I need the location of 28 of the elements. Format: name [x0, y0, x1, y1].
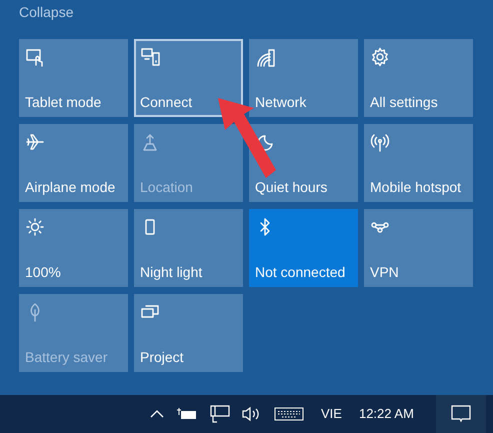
quick-action-tile[interactable]: All settings: [364, 39, 473, 117]
wifi-phone-icon: [255, 47, 275, 67]
tablet-touch-icon: [25, 47, 45, 67]
language-indicator[interactable]: VIE: [321, 404, 342, 424]
network-monitor-icon[interactable]: [210, 405, 230, 423]
quick-action-tile[interactable]: Not connected: [249, 209, 358, 287]
quick-action-tile[interactable]: Network: [249, 39, 358, 117]
message-icon: [450, 405, 471, 423]
quick-action-tile[interactable]: Project: [134, 294, 243, 372]
chevron-up-icon[interactable]: [150, 409, 164, 419]
clock[interactable]: 12:22 AM: [358, 404, 414, 424]
quick-action-tile[interactable]: VPN: [364, 209, 473, 287]
keyboard-icon[interactable]: [274, 407, 304, 421]
airplane-icon: [25, 132, 45, 152]
sun-icon: [25, 217, 45, 237]
battery-plug-icon[interactable]: [176, 407, 198, 421]
collapse-link[interactable]: Collapse: [19, 4, 74, 20]
settings-icon: [370, 47, 390, 67]
quick-action-tile[interactable]: Airplane mode: [19, 124, 128, 202]
quick-action-tile[interactable]: Tablet mode: [19, 39, 128, 117]
quick-action-tile[interactable]: 100%: [19, 209, 128, 287]
quick-action-tile[interactable]: Quiet hours: [249, 124, 358, 202]
display-phone-icon: [140, 47, 160, 67]
quick-action-tile[interactable]: Connect: [134, 39, 243, 117]
quick-action-tile[interactable]: Mobile hotspot: [364, 124, 473, 202]
hotspot-icon: [370, 132, 390, 152]
notifications-button[interactable]: [436, 395, 486, 433]
quick-action-tile[interactable]: Night light: [134, 209, 243, 287]
